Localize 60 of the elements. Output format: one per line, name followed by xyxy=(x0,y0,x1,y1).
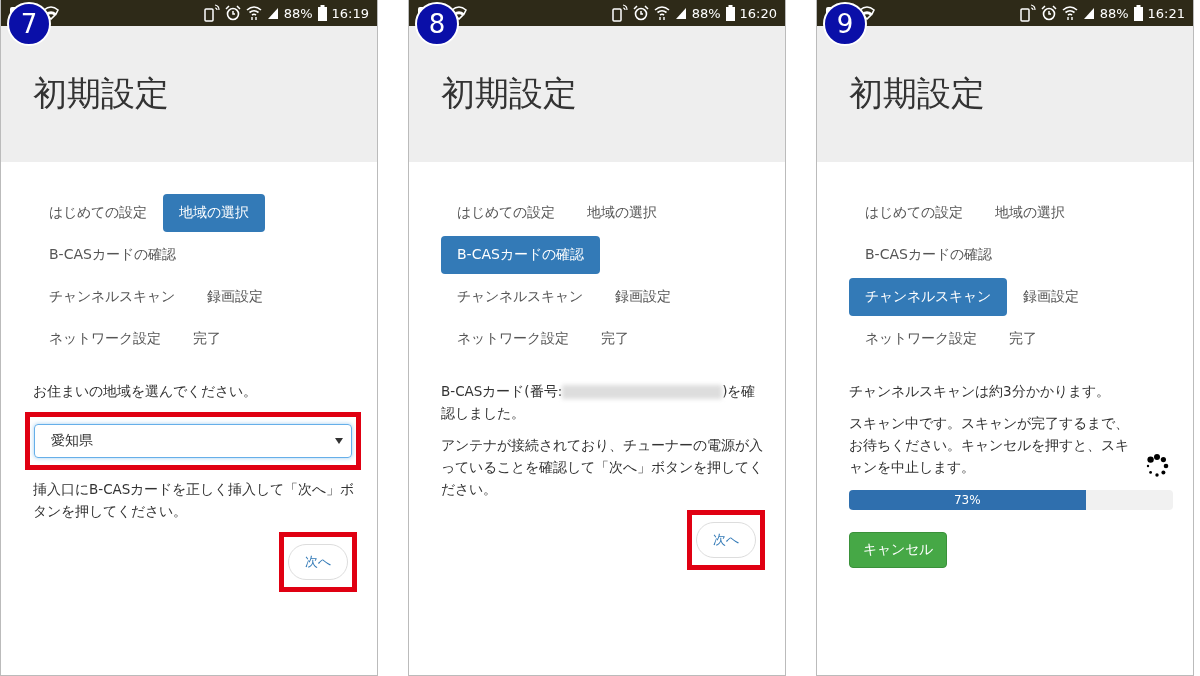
wifi-icon xyxy=(43,6,59,20)
progress-percent: 73% xyxy=(952,492,982,509)
step-tab[interactable]: 録画設定 xyxy=(191,278,279,316)
step-tab[interactable]: B-CASカードの確認 xyxy=(441,236,600,274)
signal-icon xyxy=(674,6,687,20)
wifi-icon xyxy=(1061,5,1078,21)
step-tab[interactable]: ネットワーク設定 xyxy=(441,320,585,358)
signal-icon xyxy=(1082,6,1095,20)
step-tab[interactable]: 録画設定 xyxy=(599,278,687,316)
wifi-icon xyxy=(859,6,875,20)
region-dropdown[interactable]: 愛知県 xyxy=(34,424,352,458)
battery-icon xyxy=(317,5,327,21)
step-tab[interactable]: 地域の選択 xyxy=(163,194,265,232)
status-time: 16:21 xyxy=(1147,5,1185,21)
wifi-icon xyxy=(451,6,467,20)
signal-icon xyxy=(266,6,279,20)
instruction-text: アンテナが接続されており、チューナーの電源が入っていることを確認して「次へ」ボタンを押してください。 xyxy=(441,436,764,499)
step-tab[interactable]: はじめての設定 xyxy=(441,194,571,232)
step-tab[interactable]: ネットワーク設定 xyxy=(33,320,177,358)
step-tab[interactable]: ネットワーク設定 xyxy=(849,320,993,358)
loading-spinner-icon xyxy=(1145,454,1169,478)
step-tab[interactable]: はじめての設定 xyxy=(849,194,979,232)
battery-percent: 88% xyxy=(283,5,313,21)
status-time: 16:19 xyxy=(331,5,369,21)
instruction-text: スキャン中です。スキャンが完了するまで、お待ちください。キャンセルを押すと、スキャンを中止します。 xyxy=(849,414,1130,477)
phone-signal-icon xyxy=(611,4,628,22)
step-tab[interactable]: 録画設定 xyxy=(1007,278,1095,316)
instruction-text: チャンネルスキャンは約3分かかります。 xyxy=(849,382,1111,401)
next-button[interactable]: 次へ xyxy=(288,544,348,580)
battery-percent: 88% xyxy=(691,5,721,21)
battery-icon xyxy=(725,5,735,21)
status-time: 16:20 xyxy=(739,5,777,21)
battery-percent: 88% xyxy=(1099,5,1129,21)
wifi-icon xyxy=(245,5,262,21)
battery-icon xyxy=(1133,5,1143,21)
page-title: 初期設定 xyxy=(441,72,577,115)
step-tab[interactable]: チャンネルスキャン xyxy=(441,278,599,316)
step-tab[interactable]: 地域の選択 xyxy=(979,194,1081,232)
step-tab[interactable]: B-CASカードの確認 xyxy=(849,236,1008,274)
step-tab[interactable]: 完了 xyxy=(177,320,237,358)
alarm-icon xyxy=(224,5,241,21)
phone-signal-icon xyxy=(203,4,220,22)
alarm-icon xyxy=(632,5,649,21)
phone-signal-icon xyxy=(1019,4,1036,22)
dropdown-caret-icon xyxy=(335,438,343,444)
instruction-text: B-CASカード(番号: )を確認しました。 xyxy=(441,382,757,423)
instruction-text: 挿入口にB-CASカードを正しく挿入して「次へ」ボタンを押してください。 xyxy=(33,480,356,521)
step-tab[interactable]: 完了 xyxy=(993,320,1053,358)
step-tab[interactable]: チャンネルスキャン xyxy=(33,278,191,316)
alarm-icon xyxy=(1040,5,1057,21)
wifi-icon xyxy=(653,5,670,21)
page-title: 初期設定 xyxy=(849,72,985,115)
step-tab[interactable]: 完了 xyxy=(585,320,645,358)
step-tab[interactable]: B-CASカードの確認 xyxy=(33,236,192,274)
step-tab[interactable]: はじめての設定 xyxy=(33,194,163,232)
next-button[interactable]: 次へ xyxy=(696,522,756,558)
instruction-text: お住まいの地域を選んでください。 xyxy=(33,382,258,401)
step-tab[interactable]: チャンネルスキャン xyxy=(849,278,1007,316)
page-title: 初期設定 xyxy=(33,72,169,115)
step-tab[interactable]: 地域の選択 xyxy=(571,194,673,232)
